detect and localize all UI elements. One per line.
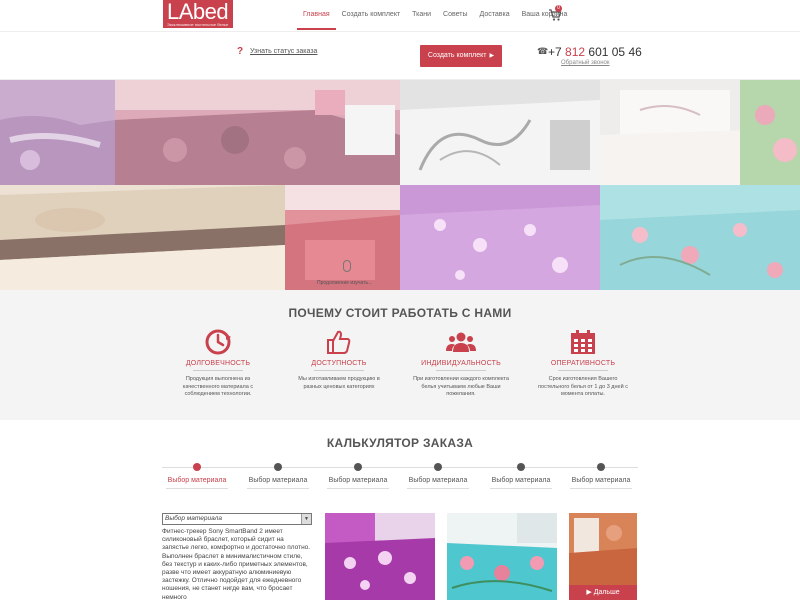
create-set-label: Создать комплект: [427, 52, 487, 59]
step-dot: [597, 463, 605, 471]
next-button[interactable]: ▶ Дальше: [569, 585, 637, 600]
calculator-step-3[interactable]: Выбор материала: [318, 463, 398, 489]
material-select-value: Выбор материала: [165, 515, 222, 522]
step-label: Выбор материала: [491, 477, 551, 484]
divider: [558, 370, 608, 371]
product-description: Фитнес-трекер Sony SmartBand 2 имеет сил…: [162, 528, 311, 600]
cart-count-badge: 0: [555, 5, 562, 12]
step-label: Выбор материала: [248, 477, 308, 484]
phone-prefix: +7: [548, 45, 562, 59]
step-label: Выбор материала: [167, 477, 227, 484]
product-photo-orange-set[interactable]: [569, 513, 637, 585]
scroll-hint: Продолжение изучать...: [317, 280, 373, 286]
feature-title: ДОСТУПНОСТЬ: [311, 360, 367, 367]
thumbs-up-icon: [327, 330, 351, 354]
nav-item-delivery[interactable]: Доставка: [474, 0, 516, 30]
divider: [314, 370, 364, 371]
material-select[interactable]: Выбор материала ▼: [162, 513, 312, 525]
next-button-label: Дальше: [593, 589, 620, 596]
step-label: Выбор материала: [328, 477, 388, 484]
calculator-title: КАЛЬКУЛЯТОР ЗАКАЗА: [326, 436, 474, 450]
feature-affordability: ДОСТУПНОСТЬ Мы изготавливаем продукцию в…: [289, 328, 389, 391]
calendar-icon: [571, 330, 595, 354]
nav-item-create-set[interactable]: Создать комплект: [336, 0, 407, 30]
durability-icon: [205, 329, 231, 355]
product-photo-turquoise-set[interactable]: [447, 513, 557, 600]
step-underline: [166, 488, 228, 489]
step-underline: [247, 488, 309, 489]
nav-item-tips[interactable]: Советы: [437, 0, 474, 30]
step-dot: [354, 463, 362, 471]
calculator-step-1[interactable]: Выбор материала: [157, 463, 237, 489]
calculator-step-2[interactable]: Выбор материала: [238, 463, 318, 489]
calculator-step-5[interactable]: Выбор материала: [481, 463, 561, 489]
nav-item-home[interactable]: Главная: [297, 0, 336, 30]
product-photo-purple-set[interactable]: [325, 513, 435, 600]
step-dot: [434, 463, 442, 471]
play-arrow-icon: ▶: [586, 589, 594, 596]
logo-tagline: Эксклюзивное постельное белье: [167, 22, 229, 27]
phone-digits: 601 05 46: [588, 45, 642, 59]
feature-text: Срок изготовления Вашего постельного бел…: [538, 376, 628, 397]
logo-text: LAbed: [167, 0, 229, 24]
step-dot: [517, 463, 525, 471]
hero-collage: [0, 80, 800, 290]
feature-title: ИНДИВИДУАЛЬНОСТЬ: [421, 360, 501, 367]
top-bar: LAbed Эксклюзивное постельное белье Глав…: [0, 0, 800, 32]
people-icon: [446, 332, 476, 352]
nav-item-fabrics[interactable]: Ткани: [406, 0, 437, 30]
phone-number[interactable]: +7 812 601 05 46: [548, 45, 642, 59]
chevron-down-icon[interactable]: ▼: [301, 514, 311, 524]
divider: [436, 370, 486, 371]
sub-header: ? Узнать статус заказа Создать комплект ▶…: [0, 32, 800, 80]
nav-item-cart[interactable]: Ваша корзина: [516, 0, 574, 30]
why-us-title: ПОЧЕМУ СТОИТ РАБОТАТЬ С НАМИ: [288, 306, 512, 320]
callback-link[interactable]: Обратный звонок: [561, 60, 610, 66]
feature-text: Продукция выполнена из качественного мат…: [182, 376, 254, 397]
calculator-step-6[interactable]: Выбор материала: [561, 463, 641, 489]
step-label: Выбор материала: [408, 477, 468, 484]
create-set-button[interactable]: Создать комплект ▶: [420, 45, 502, 67]
scroll-mouse-icon[interactable]: [343, 260, 351, 272]
phone-code: 812: [565, 45, 586, 59]
main-nav: Главная Создать комплект Ткани Советы До…: [297, 0, 573, 30]
step-underline: [490, 488, 552, 489]
feature-title: ДОЛГОВЕЧНОСТЬ: [185, 360, 251, 367]
phone-icon: ☎: [537, 46, 549, 56]
question-icon: ?: [237, 46, 244, 57]
feature-individuality: ИНДИВИДУАЛЬНОСТЬ При изготовлении каждог…: [411, 328, 511, 399]
divider: [193, 370, 243, 371]
feature-speed: ОПЕРАТИВНОСТЬ Срок изготовления Вашего п…: [533, 328, 633, 399]
step-underline: [570, 488, 632, 489]
why-us-section: ПОЧЕМУ СТОИТ РАБОТАТЬ С НАМИ ДОЛГОВЕЧНОС…: [0, 290, 800, 420]
logo[interactable]: LAbed Эксклюзивное постельное белье: [163, 0, 233, 28]
feature-text: При изготовлении каждого комплекта белья…: [413, 376, 509, 397]
step-underline: [407, 488, 469, 489]
step-label: Выбор материала: [571, 477, 631, 484]
step-underline: [327, 488, 389, 489]
order-status-link[interactable]: Узнать статус заказа: [250, 48, 317, 55]
calculator-step-4[interactable]: Выбор материала: [398, 463, 478, 489]
hero-overlay: [0, 80, 800, 290]
step-dot: [193, 463, 201, 471]
feature-durability: ДОЛГОВЕЧНОСТЬ Продукция выполнена из кач…: [168, 328, 268, 399]
feature-title: ОПЕРАТИВНОСТЬ: [550, 360, 616, 367]
step-dot: [274, 463, 282, 471]
feature-text: Мы изготавливаем продукцию в разных цено…: [298, 376, 380, 390]
play-arrow-icon: ▶: [489, 53, 495, 59]
